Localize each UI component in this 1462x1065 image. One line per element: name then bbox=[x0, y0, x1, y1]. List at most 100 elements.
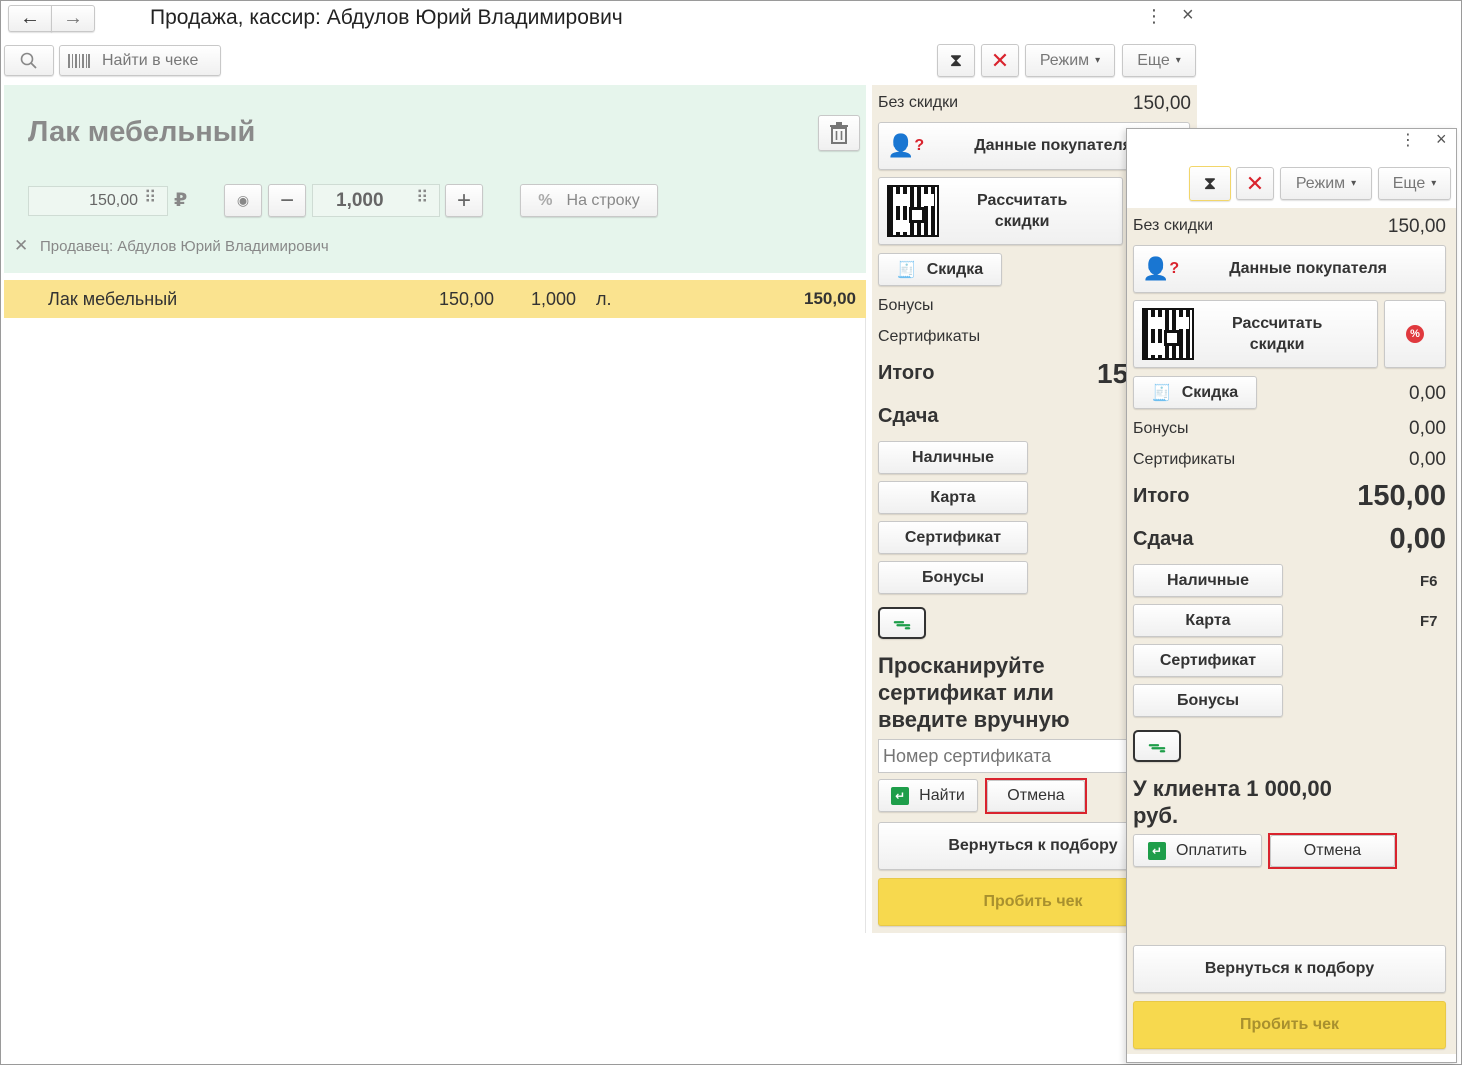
pay-card-button[interactable]: Карта bbox=[1133, 604, 1283, 637]
no-discount-label: Без скидки bbox=[878, 94, 959, 111]
keypad-icon[interactable]: ⠿ bbox=[144, 188, 156, 208]
window-title: Продажа, кассир: Абдулов Юрий Владимиров… bbox=[150, 6, 623, 29]
calc-discounts-label-2: скидки bbox=[1249, 336, 1305, 353]
barcode-icon bbox=[68, 53, 90, 68]
cancel-receipt-button[interactable]: ✕ bbox=[1236, 167, 1274, 200]
gift-button[interactable]: ᯓ bbox=[1133, 730, 1181, 762]
pay-button[interactable]: ↵ Оплатить bbox=[1133, 834, 1262, 867]
close-icon[interactable]: × bbox=[1436, 129, 1447, 150]
view-item-button[interactable]: ◉ bbox=[224, 184, 262, 217]
discount-label: Скидка bbox=[1181, 383, 1239, 401]
discount-button[interactable]: 🧾 Скидка bbox=[1133, 376, 1257, 409]
enter-icon: ↵ bbox=[891, 786, 910, 805]
question-icon: ? bbox=[1169, 260, 1180, 277]
pay-cash-label: Наличные bbox=[912, 448, 994, 466]
delete-item-button[interactable] bbox=[818, 115, 860, 151]
decrease-qty-button[interactable]: − bbox=[268, 184, 306, 217]
no-discount-label: Без скидки bbox=[1133, 217, 1214, 234]
close-icon[interactable]: × bbox=[1182, 4, 1194, 27]
more-label: Еще bbox=[1392, 174, 1426, 192]
pay-bonuses-button[interactable]: Бонусы bbox=[1133, 684, 1283, 717]
bow-icon: ᯓ bbox=[1148, 736, 1166, 756]
customer-icon: 👤 bbox=[887, 133, 915, 158]
discount-percent-icon: % bbox=[1406, 325, 1424, 343]
certificates-label: Сертификаты bbox=[1133, 451, 1236, 468]
calc-discounts-button[interactable]: Рассчитать скидки bbox=[1133, 300, 1378, 368]
print-receipt-button[interactable]: Пробить чек bbox=[1133, 1001, 1446, 1049]
hourglass-icon: ⧗ bbox=[949, 50, 963, 70]
customer-data-button[interactable]: 👤? Данные покупателя bbox=[1133, 245, 1446, 293]
question-icon: ? bbox=[914, 137, 925, 154]
increase-qty-button[interactable]: + bbox=[445, 184, 483, 217]
pay-bonuses-button[interactable]: Бонусы bbox=[878, 561, 1028, 594]
qr-code-icon bbox=[887, 185, 939, 237]
calc-discounts-button[interactable]: Рассчитать скидки bbox=[878, 177, 1123, 245]
find-label: Найти bbox=[919, 786, 965, 804]
row-qty: 1,000 bbox=[530, 289, 576, 309]
calc-discounts-label-2: скидки bbox=[994, 213, 1050, 230]
chevron-down-icon: ▾ bbox=[1351, 178, 1357, 189]
pay-cash-button[interactable]: Наличные bbox=[1133, 564, 1283, 597]
cancel-receipt-button[interactable]: ✕ bbox=[981, 44, 1019, 77]
deferred-receipt-button[interactable]: ⧗ bbox=[937, 44, 975, 77]
remove-seller-icon[interactable]: ✕ bbox=[14, 236, 28, 256]
more-vertical-icon[interactable]: ⋮ bbox=[1145, 6, 1163, 27]
hotkey-f6: F6 bbox=[1420, 573, 1438, 590]
receipt-divider bbox=[865, 318, 866, 933]
pay-card-button[interactable]: Карта bbox=[878, 481, 1028, 514]
pay-card-label: Карта bbox=[1185, 611, 1231, 629]
pay-certificate-label: Сертификат bbox=[1159, 651, 1257, 669]
pay-certificate-button[interactable]: Сертификат bbox=[878, 521, 1028, 554]
per-line-discount-button[interactable]: % На строку bbox=[520, 184, 658, 217]
mode-dropdown[interactable]: Режим ▾ bbox=[1280, 167, 1372, 200]
bonuses-label: Бонусы bbox=[878, 297, 934, 314]
more-dropdown[interactable]: Еще ▾ bbox=[1122, 44, 1196, 77]
pay-certificate-button[interactable]: Сертификат bbox=[1133, 644, 1283, 677]
scan-prompt: Просканируйте сертификат или введите вру… bbox=[878, 652, 1070, 733]
print-receipt-button[interactable]: Пробить чек bbox=[878, 878, 1138, 926]
more-dropdown[interactable]: Еще ▾ bbox=[1378, 167, 1451, 200]
red-cross-icon: ✕ bbox=[990, 47, 1010, 73]
more-vertical-icon[interactable]: ⋮ bbox=[1400, 130, 1416, 150]
forward-button[interactable]: → bbox=[51, 5, 95, 32]
customer-icon: 👤 bbox=[1142, 256, 1170, 281]
table-row[interactable]: Лак мебельный 150,00 1,000 л. 150,00 bbox=[4, 280, 866, 318]
scan-prompt-line-2: сертификат или bbox=[878, 680, 1054, 705]
plus-icon: + bbox=[456, 186, 471, 214]
calc-discounts-label-1: Рассчитать bbox=[977, 192, 1068, 209]
back-to-selection-button[interactable]: Вернуться к подбору bbox=[878, 822, 1138, 870]
certificate-number-input[interactable] bbox=[878, 739, 1128, 773]
search-button[interactable] bbox=[4, 45, 54, 76]
row-unit: л. bbox=[596, 289, 612, 309]
back-to-selection-button[interactable]: Вернуться к подбору bbox=[1133, 945, 1446, 993]
percent-icon: % bbox=[538, 191, 553, 209]
back-to-selection-label: Вернуться к подбору bbox=[948, 837, 1118, 854]
deferred-receipt-button[interactable]: ⧗ bbox=[1189, 166, 1231, 201]
row-sum: 150,00 bbox=[804, 289, 856, 308]
hotkey-f7: F7 bbox=[1420, 613, 1438, 630]
customer-data-label: Данные покупателя bbox=[1229, 260, 1387, 277]
find-in-receipt-label: Найти в чеке bbox=[102, 51, 199, 69]
find-in-receipt-button[interactable]: Найти в чеке bbox=[59, 45, 221, 76]
seller-label: Продавец: Абдулов Юрий Владимирович bbox=[40, 238, 329, 255]
chevron-down-icon: ▾ bbox=[1175, 55, 1181, 66]
calc-discounts-label-1: Рассчитать bbox=[1232, 315, 1323, 332]
quantity-value: 1,000 bbox=[336, 190, 384, 211]
gift-button[interactable]: ᯓ bbox=[878, 607, 926, 639]
chevron-down-icon: ▾ bbox=[1095, 55, 1101, 66]
row-name: Лак мебельный bbox=[48, 289, 178, 309]
keypad-icon[interactable]: ⠿ bbox=[416, 188, 428, 208]
per-line-label: На строку bbox=[566, 191, 640, 209]
discount-button[interactable]: 🧾 Скидка bbox=[878, 253, 1002, 286]
total-value: 150,00 bbox=[1357, 480, 1446, 512]
mode-dropdown[interactable]: Режим ▾ bbox=[1025, 44, 1115, 77]
item-name-heading: Лак мебельный bbox=[28, 116, 256, 148]
total-value-partial: 15 bbox=[1097, 358, 1129, 389]
find-certificate-button[interactable]: ↵ Найти bbox=[878, 779, 978, 812]
total-label: Итого bbox=[878, 362, 935, 384]
manual-discount-button[interactable]: % bbox=[1384, 300, 1446, 368]
back-button[interactable]: ← bbox=[8, 5, 52, 32]
arrow-left-icon: ← bbox=[20, 7, 40, 29]
pay-cash-button[interactable]: Наличные bbox=[878, 441, 1028, 474]
search-icon bbox=[20, 52, 37, 69]
